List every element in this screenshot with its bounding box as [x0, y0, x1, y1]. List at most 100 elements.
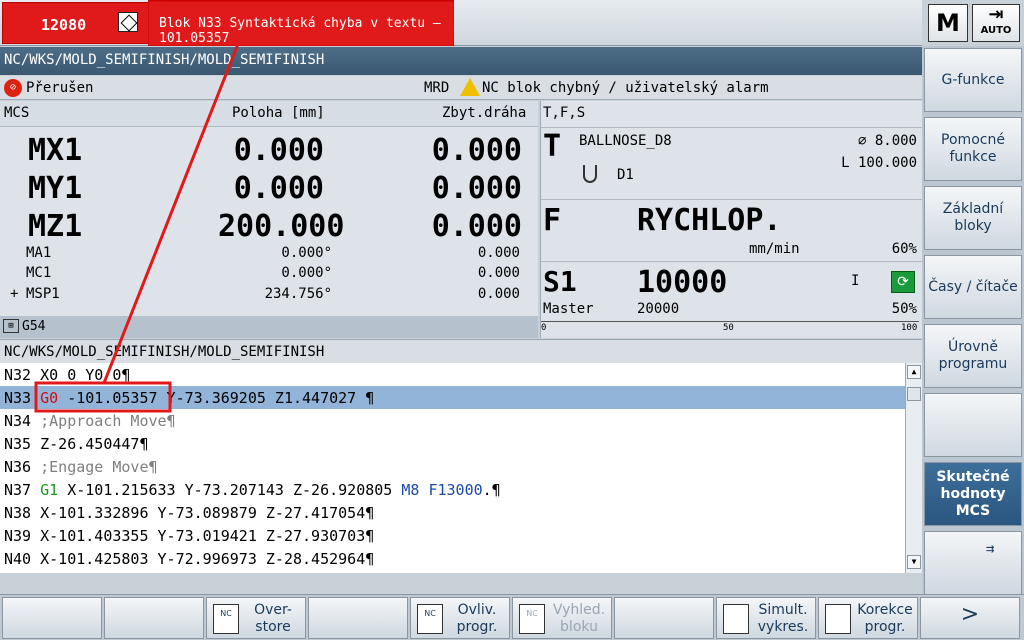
softkey-5[interactable]: Úrovně programu — [924, 324, 1022, 388]
axis-name: MY1 — [28, 171, 83, 206]
axis-position: 0.000 — [233, 133, 324, 168]
code-token: G0 — [40, 389, 59, 407]
axis-position: 234.756° — [264, 286, 332, 302]
softkey-3[interactable]: Základní bloky — [924, 186, 1022, 250]
vertical-softkeys: G-funkce Pomocné funkce Základní bloky Časy… — [922, 46, 1024, 595]
program-line[interactable]: N34 ;Approach Move¶ — [0, 409, 905, 432]
axis-position: 0.000° — [281, 245, 332, 261]
nc-icon — [825, 604, 851, 634]
code-token: M8 F13000 — [401, 481, 483, 499]
program-line[interactable]: N36 ;Engage Move¶ — [0, 455, 905, 478]
more-softkeys-icon: ⇉ — [986, 541, 995, 557]
feed-unit: mm/min — [749, 241, 800, 257]
axis-position: 0.000° — [281, 265, 332, 281]
spindle-cw-icon: ⟳ — [891, 271, 915, 293]
block-number: N32 — [4, 366, 41, 384]
program-line[interactable]: N37 G1 X-101.215633 Y-73.207143 Z-26.920… — [0, 478, 905, 501]
frame-icon: ⊞ — [3, 319, 19, 333]
spindle-label: S1 — [543, 265, 577, 298]
softkey-8[interactable] — [924, 531, 1022, 595]
softkey-6[interactable] — [924, 393, 1022, 457]
channel-state: Přerušen — [26, 80, 94, 96]
softkey-7[interactable]: Skutečné hodnoty MCS — [924, 462, 1022, 526]
nc-icon — [723, 604, 749, 634]
bottom-softkey-2[interactable] — [104, 597, 204, 639]
program-line[interactable]: N35 Z-26.450447¶ — [0, 432, 905, 455]
scroll-up-icon[interactable]: ▲ — [907, 365, 921, 379]
mrd-label: MRD — [424, 80, 450, 96]
bottom-softkey-3[interactable]: NC Over-store — [206, 597, 306, 639]
tool-name: BALLNOSE_D8 — [579, 133, 672, 149]
block-number: N37 — [4, 481, 41, 499]
block-number: N34 — [4, 412, 41, 430]
scroll-thumb[interactable] — [907, 387, 921, 401]
program-listing[interactable]: N32 X0 0 Y0 0¶ N33 G0 -101.05357 Y-73.369… — [0, 363, 905, 573]
bottom-softkey-5[interactable]: NC Ovliv. progr. — [410, 597, 510, 639]
block-number: N33 — [4, 389, 41, 407]
code-token: X-101.425803 Y-72.996973 Z-28.452964¶ — [40, 550, 375, 568]
alarm-reset-icon[interactable] — [118, 12, 138, 32]
program-line[interactable]: N32 X0 0 Y0 0¶ — [0, 363, 905, 386]
block-number: N40 — [4, 550, 41, 568]
tool-edge: D1 — [617, 167, 634, 183]
program-line[interactable]: N33 G0 -101.05357 Y-73.369205 Z1.447027 … — [0, 386, 905, 409]
arrow-right-icon: ⇥ — [988, 4, 1004, 25]
bottom-softkey-10[interactable]: > — [920, 597, 1020, 639]
nc-icon: NC — [519, 604, 545, 634]
bottom-softkey-6[interactable]: NC Vyhled. bloku — [512, 597, 612, 639]
bottom-softkey-4[interactable] — [308, 597, 408, 639]
alarm-message[interactable]: Blok N33 Syntaktická chyba v textu – 101… — [148, 0, 454, 46]
spindle-direction: I — [851, 273, 860, 289]
code-token: .¶ — [482, 481, 501, 499]
program-line[interactable]: N39 X-101.403355 Y-73.019421 Z-27.930703… — [0, 524, 905, 547]
axis-rest: 0.000 — [431, 171, 522, 206]
softkey-2[interactable]: Pomocné funkce — [924, 117, 1022, 181]
block-number: N38 — [4, 504, 41, 522]
axis-name: MSP1 — [26, 286, 60, 302]
spindle-override: 50% — [891, 301, 917, 317]
status-row: ⊘ Přerušen MRD NC blok chybný / uživatel… — [0, 76, 922, 100]
program-scrollbar[interactable]: ▲ ▼ — [905, 363, 922, 573]
tfs-panel: T,F,S T BALLNOSE_D8 ⌀ 8.000 L 100.000 D1… — [540, 101, 923, 338]
scroll-down-icon[interactable]: ▼ — [907, 555, 921, 569]
code-token: X-101.332896 Y-73.089879 Z-27.417054¶ — [40, 504, 375, 522]
feed-override: 60% — [891, 241, 917, 257]
program-line[interactable]: N40 X-101.425803 Y-72.996973 Z-28.452964… — [0, 547, 905, 570]
work-offset-bar: ⊞ G54 — [0, 316, 538, 338]
program-path: NC/WKS/MOLD_SEMIFINISH/MOLD_SEMIFINISH — [0, 47, 922, 75]
softkey-4[interactable]: Časy / čítače — [924, 255, 1022, 319]
bottom-softkey-8[interactable]: Simult. vykres. — [716, 597, 816, 639]
program-line[interactable]: N38 X-101.332896 Y-73.089879 Z-27.417054… — [0, 501, 905, 524]
bottom-softkey-7[interactable] — [614, 597, 714, 639]
softkey-1[interactable]: G-funkce — [924, 48, 1022, 112]
tool-diameter: ⌀ 8.000 — [857, 133, 917, 149]
axis-rest: 0.000 — [477, 286, 520, 302]
code-token: X0 0 Y0 0¶ — [40, 366, 131, 384]
axis-name: MZ1 — [28, 209, 83, 244]
code-token: G1 — [40, 481, 59, 499]
block-number: N39 — [4, 527, 41, 545]
code-token: X-101.215633 Y-73.207143 Z-26.920805 — [58, 481, 402, 499]
axis-name: MC1 — [26, 265, 52, 281]
bottom-softkey-1[interactable] — [2, 597, 102, 639]
tool-length: L 100.000 — [841, 155, 917, 171]
stop-icon: ⊘ — [4, 79, 22, 97]
block-number: N35 — [4, 435, 41, 453]
axis-rest: 0.000 — [431, 209, 522, 244]
auto-mode-button[interactable]: ⇥ AUTO — [972, 4, 1020, 42]
nc-icon: NC — [213, 604, 239, 634]
code-token: -101.05357 — [58, 389, 158, 407]
axis-name: MX1 — [28, 133, 83, 168]
master-speed: 20000 — [637, 301, 680, 317]
code-token: ;Approach Move¶ — [40, 412, 176, 430]
bottom-softkey-9[interactable]: Korekce progr. — [818, 597, 918, 639]
axis-rest: 0.000 — [431, 133, 522, 168]
axis-name: MA1 — [26, 245, 52, 261]
block-number: N36 — [4, 458, 41, 476]
machine-mode-button[interactable]: M — [928, 4, 968, 42]
code-token: Z-26.450447¶ — [40, 435, 149, 453]
warning-icon — [460, 78, 480, 96]
feed-label: F — [543, 203, 562, 238]
code-token: ;Engage Move¶ — [40, 458, 158, 476]
code-token: Y-73.369205 Z1.447027 ¶ — [157, 389, 375, 407]
